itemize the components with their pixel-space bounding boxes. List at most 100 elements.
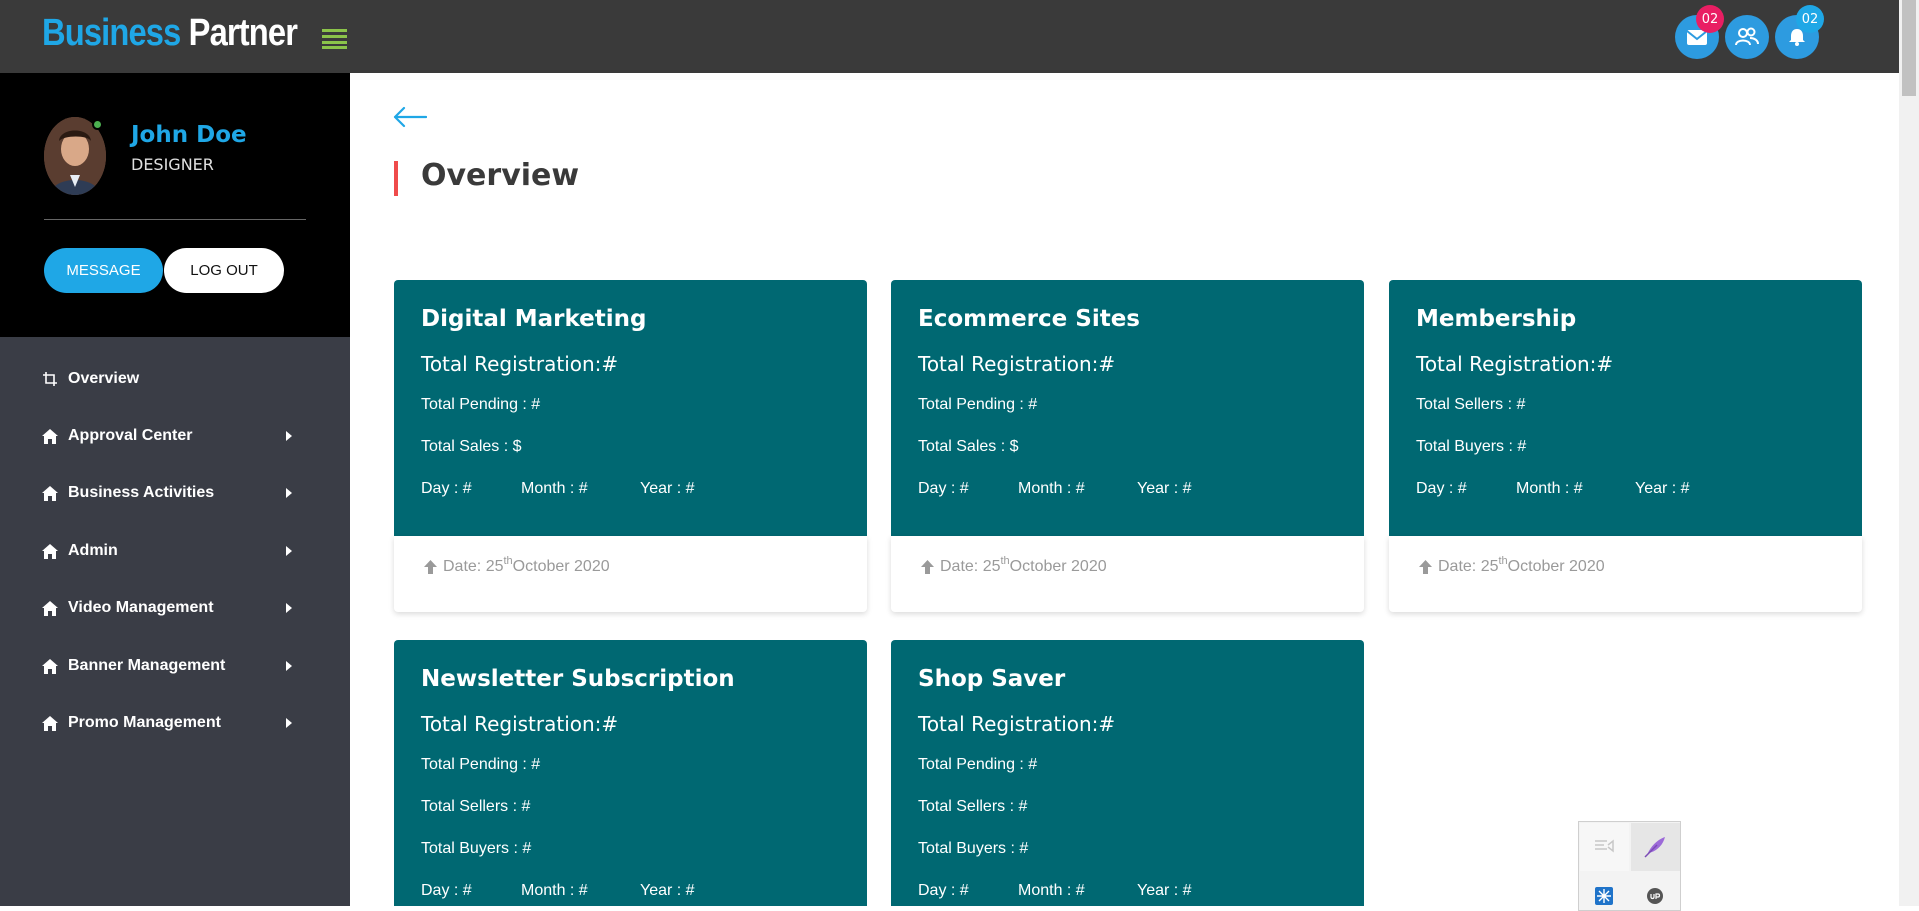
bell-badge: 02 <box>1796 5 1824 33</box>
caret-right-icon <box>286 661 292 671</box>
card-header: Shop Saver Total Registration:# Total Pe… <box>891 640 1364 906</box>
card-registration: Total Registration:# <box>1416 352 1614 376</box>
profile-divider <box>44 219 306 220</box>
card-date-month-year: October 2020 <box>1507 558 1605 575</box>
sidebar-profile-panel <box>0 73 350 337</box>
sidebar-item-promo-management[interactable]: Promo Management <box>42 708 302 738</box>
arrow-up-icon <box>1419 560 1432 574</box>
card-day: Day : # <box>1416 480 1467 497</box>
card-year: Year : # <box>1137 480 1192 497</box>
card-stat: Total Buyers : # <box>421 840 532 857</box>
home-icon <box>42 600 58 616</box>
home-icon <box>42 428 58 444</box>
card-title: Ecommerce Sites <box>918 306 1140 332</box>
card-month: Month : # <box>521 480 588 497</box>
extension-list-button[interactable] <box>1580 823 1629 871</box>
title-accent-bar <box>394 161 398 196</box>
home-icon <box>42 543 58 559</box>
card-month: Month : # <box>1516 480 1583 497</box>
card-registration: Total Registration:# <box>918 712 1116 736</box>
caret-right-icon <box>286 603 292 613</box>
caret-right-icon <box>286 546 292 556</box>
card-registration: Total Registration:# <box>421 352 619 376</box>
extension-feather-button[interactable] <box>1631 823 1680 871</box>
sidebar-item-approval-center[interactable]: Approval Center <box>42 421 302 451</box>
card-stat: Total Buyers : # <box>1416 438 1527 455</box>
card-footer: Date: 25th October 2020 <box>1389 536 1862 612</box>
card-date-suffix: th <box>1498 555 1508 567</box>
card-stat: Total Sales : $ <box>918 438 1019 455</box>
snowflake-icon[interactable] <box>1595 887 1613 905</box>
card-header: Membership Total Registration:# Total Se… <box>1389 280 1862 536</box>
card-date: Date: 25th October 2020 <box>1419 555 1605 576</box>
card-registration: Total Registration:# <box>421 712 619 736</box>
app-logo[interactable]: Business Partner <box>42 12 298 55</box>
sidebar-item-label: Video Management <box>68 599 214 616</box>
sidebar-item-admin[interactable]: Admin <box>42 536 302 566</box>
card-stat: Total Buyers : # <box>918 840 1029 857</box>
logo-text-business: Business <box>42 12 181 54</box>
feather-icon <box>1644 837 1665 858</box>
users-button[interactable] <box>1725 15 1769 59</box>
home-icon <box>42 485 58 501</box>
users-icon <box>1735 27 1759 46</box>
card-date-day: Date: 25 <box>940 558 1001 575</box>
caret-right-icon <box>286 431 292 441</box>
card-stat: Total Pending : # <box>421 396 541 413</box>
sidebar-item-banner-management[interactable]: Banner Management <box>42 651 302 681</box>
card-year: Year : # <box>1635 480 1690 497</box>
card-title: Membership <box>1416 306 1577 332</box>
logo-text-partner: Partner <box>188 12 298 54</box>
caret-right-icon <box>286 488 292 498</box>
card-date-day: Date: 25 <box>1438 558 1499 575</box>
card-stat: Total Sellers : # <box>1416 396 1526 413</box>
card-day: Day : # <box>421 882 472 899</box>
message-button[interactable]: MESSAGE <box>44 248 163 293</box>
mail-badge: 02 <box>1696 5 1724 33</box>
sidebar-item-label: Business Activities <box>68 484 215 501</box>
sidebar-item-label: Overview <box>68 370 140 387</box>
card-date-suffix: th <box>503 555 513 567</box>
sidebar-item-business-activities[interactable]: Business Activities <box>42 478 302 508</box>
top-bar: Business Partner 02 02 <box>0 0 1919 73</box>
card-title: Newsletter Subscription <box>421 666 735 692</box>
card-title: Shop Saver <box>918 666 1066 692</box>
card-footer: Date: 25th October 2020 <box>394 536 867 612</box>
card-day: Day : # <box>918 480 969 497</box>
card-stat: Total Pending : # <box>918 756 1038 773</box>
list-icon <box>1595 839 1614 853</box>
menu-toggle-icon[interactable] <box>322 29 347 49</box>
caret-right-icon <box>286 718 292 728</box>
card-title: Digital Marketing <box>421 306 647 332</box>
card-date-month-year: October 2020 <box>1009 558 1107 575</box>
card-month: Month : # <box>1018 480 1085 497</box>
card-month: Month : # <box>521 882 588 899</box>
card-stat: Total Pending : # <box>421 756 541 773</box>
card-date: Date: 25th October 2020 <box>921 555 1107 576</box>
logout-button[interactable]: LOG OUT <box>164 248 284 293</box>
sidebar-item-overview[interactable]: Overview <box>42 364 302 394</box>
card-stat: Total Sales : $ <box>421 438 522 455</box>
sidebar-item-label: Promo Management <box>68 714 221 731</box>
user-role: DESIGNER <box>131 155 214 174</box>
card-date-suffix: th <box>1000 555 1010 567</box>
card-month: Month : # <box>1018 882 1085 899</box>
online-status-indicator <box>92 119 103 130</box>
back-arrow-icon[interactable] <box>393 106 428 128</box>
arrow-up-icon <box>424 560 437 574</box>
home-icon <box>42 658 58 674</box>
mail-notification-button[interactable]: 02 <box>1675 5 1724 59</box>
card-stat: Total Sellers : # <box>918 798 1028 815</box>
card-year: Year : # <box>1137 882 1192 899</box>
bell-notification-button[interactable]: 02 <box>1775 5 1824 59</box>
card-day: Day : # <box>421 480 472 497</box>
card-header: Ecommerce Sites Total Registration:# Tot… <box>891 280 1364 536</box>
card-header: Newsletter Subscription Total Registrati… <box>394 640 867 906</box>
sidebar-item-label: Admin <box>68 542 118 559</box>
card-year: Year : # <box>640 480 695 497</box>
sidebar-item-label: Approval Center <box>68 427 193 444</box>
upwork-icon[interactable] <box>1646 887 1664 905</box>
scrollbar-thumb[interactable] <box>1902 0 1916 96</box>
page-scrollbar[interactable] <box>1899 0 1919 906</box>
sidebar-item-video-management[interactable]: Video Management <box>42 593 302 623</box>
